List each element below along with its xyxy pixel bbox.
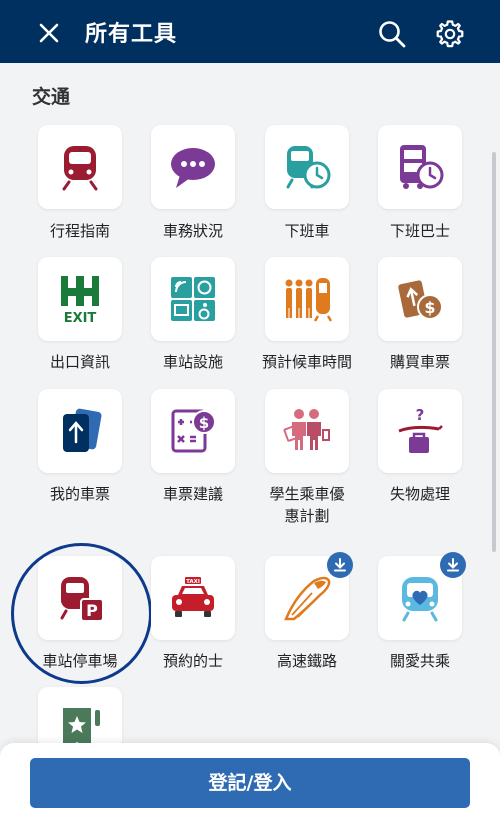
- ticket-dollar-icon: $: [398, 280, 443, 320]
- tool-buy-ticket[interactable]: $: [378, 257, 462, 341]
- tool-label-text: 學生乘車優惠計劃: [269, 485, 345, 525]
- tool-label: 預計候車時間: [261, 353, 352, 371]
- scrollbar[interactable]: [492, 152, 496, 552]
- top-bar: 所有工具: [0, 0, 500, 63]
- tool-caring-ride[interactable]: [378, 552, 466, 640]
- download-badge[interactable]: [327, 552, 353, 578]
- tool-exit-info[interactable]: EXIT: [38, 257, 122, 341]
- tool-journey-planner[interactable]: [38, 125, 122, 209]
- tool-label: 下班車: [284, 222, 330, 240]
- tool-label: 購買車票: [389, 353, 450, 371]
- students-icon: [283, 409, 330, 450]
- download-icon: [334, 558, 346, 572]
- tool-next-bus[interactable]: [378, 125, 462, 209]
- tool-label: 下班巴士: [389, 222, 450, 240]
- train-clock-icon: [286, 146, 331, 189]
- tool-label: 我的車票: [49, 485, 110, 503]
- tool-student-travel-scheme[interactable]: [265, 389, 349, 473]
- high-speed-rail-icon: [284, 576, 331, 621]
- tool-high-speed-rail[interactable]: [265, 552, 353, 640]
- tool-label: 高速鐵路: [276, 652, 337, 670]
- download-badge[interactable]: [440, 552, 466, 578]
- svg-text:$: $: [199, 414, 209, 432]
- tool-label: 車站設施: [162, 353, 223, 371]
- exit-icon: EXIT: [61, 276, 99, 324]
- page-title: 所有工具: [85, 22, 178, 47]
- search-icon[interactable]: [377, 19, 407, 49]
- tool-label: 關愛共乘: [389, 652, 450, 670]
- bus-clock-icon: [400, 145, 444, 189]
- tool-label: 車票建議: [162, 485, 223, 503]
- svg-text:$: $: [424, 298, 435, 317]
- taxi-icon: TAXI: [172, 577, 214, 617]
- taxi-sign-text: TAXI: [186, 579, 200, 585]
- my-ticket-icon: [63, 408, 102, 452]
- tool-next-train[interactable]: [265, 125, 349, 209]
- bottom-bar: 登記/登入: [0, 743, 500, 833]
- svg-text:?: ?: [416, 406, 425, 424]
- tool-label: 學生乘車優惠計劃: [252, 483, 362, 527]
- login-button[interactable]: 登記/登入: [30, 758, 470, 808]
- download-icon: [447, 558, 459, 572]
- station-facilities-icon: [171, 277, 215, 321]
- tool-book-taxi[interactable]: TAXI: [151, 556, 235, 640]
- tool-station-facilities[interactable]: [151, 257, 235, 341]
- queue-wait-icon: [285, 278, 332, 322]
- tool-waiting-time[interactable]: [265, 257, 349, 341]
- tool-my-ticket[interactable]: [38, 389, 122, 473]
- close-icon[interactable]: [36, 20, 62, 46]
- tool-service-status[interactable]: [151, 125, 235, 209]
- tool-lost-property[interactable]: ?: [378, 389, 462, 473]
- tool-label: 行程指南: [49, 222, 110, 240]
- tool-label: 失物處理: [389, 485, 450, 503]
- highlight-circle: [11, 543, 152, 684]
- caring-train-icon: [402, 577, 438, 622]
- gear-icon[interactable]: [435, 19, 465, 49]
- exit-sign-text: EXIT: [64, 311, 97, 324]
- chat-bubble-icon: [171, 148, 215, 188]
- tool-label: 出口資訊: [49, 353, 110, 371]
- train-icon: [62, 146, 98, 191]
- section-title-transport: 交通: [32, 86, 71, 108]
- tool-label: 預約的士: [162, 652, 223, 670]
- lost-property-icon: ?: [398, 406, 443, 453]
- calculator-dollar-icon: $: [171, 409, 216, 453]
- tool-label: 車務狀況: [162, 222, 223, 240]
- tool-fare-suggestion[interactable]: $: [151, 389, 235, 473]
